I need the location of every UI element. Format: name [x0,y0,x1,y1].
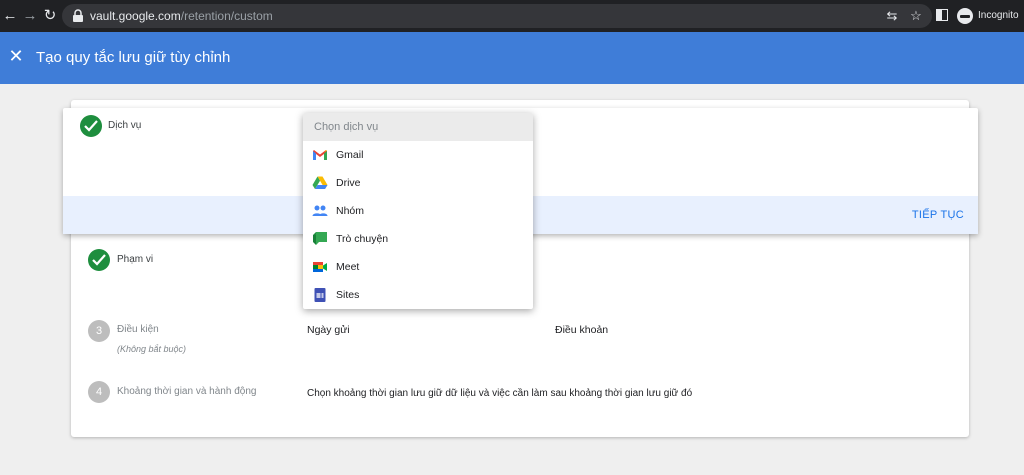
service-option-meet[interactable]: Meet [303,253,533,281]
drive-icon [312,176,328,189]
step-services-label[interactable]: Dịch vụ [108,119,141,132]
condition-terms: Điều khoản [555,324,609,336]
browser-toolbar: ← → ↻ vault.google.com/retention/custom … [0,0,1024,32]
url-text: vault.google.com/retention/custom [90,8,273,24]
service-option-drive[interactable]: Drive [303,169,533,197]
step-conditions-label[interactable]: Điều kiện [117,323,159,336]
incognito-icon[interactable] [957,8,973,24]
sites-icon [314,288,326,302]
service-option-label: Sites [336,289,360,301]
condition-sent-date: Ngày gửi [307,324,350,336]
duration-description: Chọn khoảng thời gian lưu giữ dữ liệu và… [307,388,693,399]
service-select-placeholder: Chọn dịch vụ [314,121,379,133]
service-dropdown-menu[interactable]: Chọn dịch vụ Gmail Drive Nhóm Trò chuyện… [303,113,533,309]
reload-icon[interactable]: ↻ [40,6,60,26]
meet-icon [313,262,327,272]
service-select-header[interactable]: Chọn dịch vụ [303,113,533,141]
back-arrow-icon[interactable]: ← [0,6,20,26]
translate-icon[interactable]: ⇆ [884,8,900,24]
lock-icon [73,9,83,22]
service-option-chat[interactable]: Trò chuyện [303,225,533,253]
service-option-label: Nhóm [336,205,365,217]
groups-icon [312,205,328,216]
service-option-label: Gmail [336,149,364,161]
service-option-groups[interactable]: Nhóm [303,197,533,225]
forward-arrow-icon[interactable]: → [20,6,40,26]
close-icon[interactable]: ✕ [6,46,26,66]
app-bar: ✕ Tạo quy tắc lưu giữ tùy chỉnh [0,32,1024,84]
page-title: Tạo quy tắc lưu giữ tùy chỉnh [36,49,231,66]
chat-icon [313,232,327,245]
address-bar[interactable]: vault.google.com/retention/custom ⇆ ☆ [62,4,932,28]
service-option-label: Meet [336,261,360,273]
service-option-label: Drive [336,177,361,189]
service-option-sites[interactable]: Sites [303,281,533,309]
step-duration-label[interactable]: Khoảng thời gian và hành động [117,385,256,398]
gmail-icon [313,150,327,160]
side-panel-icon[interactable] [936,9,948,21]
step-complete-check-icon [88,249,110,271]
url-host: vault.google.com [90,9,181,23]
service-option-label: Trò chuyện [336,233,389,245]
service-option-gmail[interactable]: Gmail [303,141,533,169]
bookmark-star-icon[interactable]: ☆ [908,8,924,24]
continue-button[interactable]: TIẾP TỤC [912,208,964,222]
step-number-4: 4 [88,381,110,403]
url-path: /retention/custom [180,9,273,23]
step-scope-label[interactable]: Phạm vi [117,253,153,266]
step-number-3: 3 [88,320,110,342]
incognito-label: Incognito [978,10,1019,21]
step-complete-check-icon [80,115,102,137]
step-conditions-optional: (Không bắt buộc) [117,344,187,354]
